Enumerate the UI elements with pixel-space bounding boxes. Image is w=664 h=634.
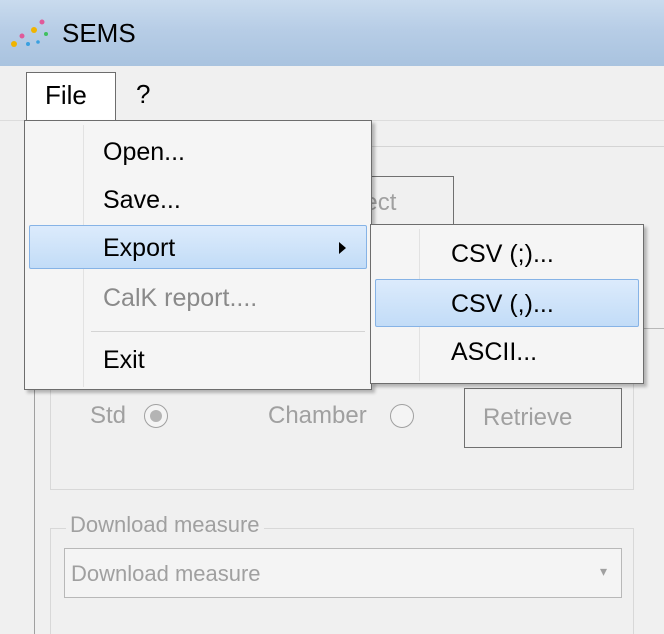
chamber-label: Chamber [268, 402, 367, 429]
menu-item-label: Exit [103, 346, 145, 374]
download-measure-select[interactable]: Download measure ▾ [64, 548, 622, 598]
menu-item-exit[interactable]: Exit [29, 337, 367, 381]
menu-item-label: CalK report.... [103, 284, 258, 312]
chamber-radio[interactable] [390, 404, 414, 428]
submenu-item-csv-comma[interactable]: CSV (,)... [375, 279, 639, 327]
window-title: SEMS [62, 18, 136, 48]
menu-item-calk-report[interactable]: CalK report.... [29, 275, 367, 319]
chevron-down-icon: ▾ [599, 563, 607, 579]
menu-item-save[interactable]: Save... [29, 177, 367, 221]
submenu-item-label: CSV (,)... [451, 290, 554, 318]
menu-item-export[interactable]: Export [29, 225, 367, 269]
title-bar: SEMS [0, 0, 664, 66]
menu-separator [91, 331, 365, 332]
menu-item-label: Save... [103, 186, 181, 214]
export-submenu: CSV (;)... CSV (,)... ASCII... [370, 224, 644, 384]
menu-help[interactable]: ? [136, 79, 150, 110]
submenu-item-ascii[interactable]: ASCII... [375, 327, 639, 375]
download-measure-value: Download measure [71, 561, 261, 586]
std-label: Std [90, 402, 127, 429]
menu-file[interactable]: File [26, 72, 116, 122]
std-radio[interactable] [144, 404, 168, 428]
retrieve-button[interactable]: Retrieve [464, 388, 622, 448]
menu-item-label: Open... [103, 138, 185, 166]
submenu-item-label: ASCII... [451, 338, 538, 366]
submenu-arrow-icon [339, 242, 346, 254]
submenu-item-csv-semicolon[interactable]: CSV (;)... [375, 229, 639, 277]
sparkle-app-icon [11, 19, 48, 47]
menu-item-label: Export [103, 234, 176, 262]
download-measure-group-label: Download measure [66, 512, 264, 538]
menu-item-open[interactable]: Open... [29, 129, 367, 173]
group-top-border [360, 146, 664, 147]
menu-file-label: File [45, 80, 87, 110]
submenu-item-label: CSV (;)... [451, 240, 554, 268]
file-menu-dropdown: Open... Save... Export CalK report.... E… [24, 120, 372, 390]
retrieve-button-label: Retrieve [483, 404, 573, 431]
